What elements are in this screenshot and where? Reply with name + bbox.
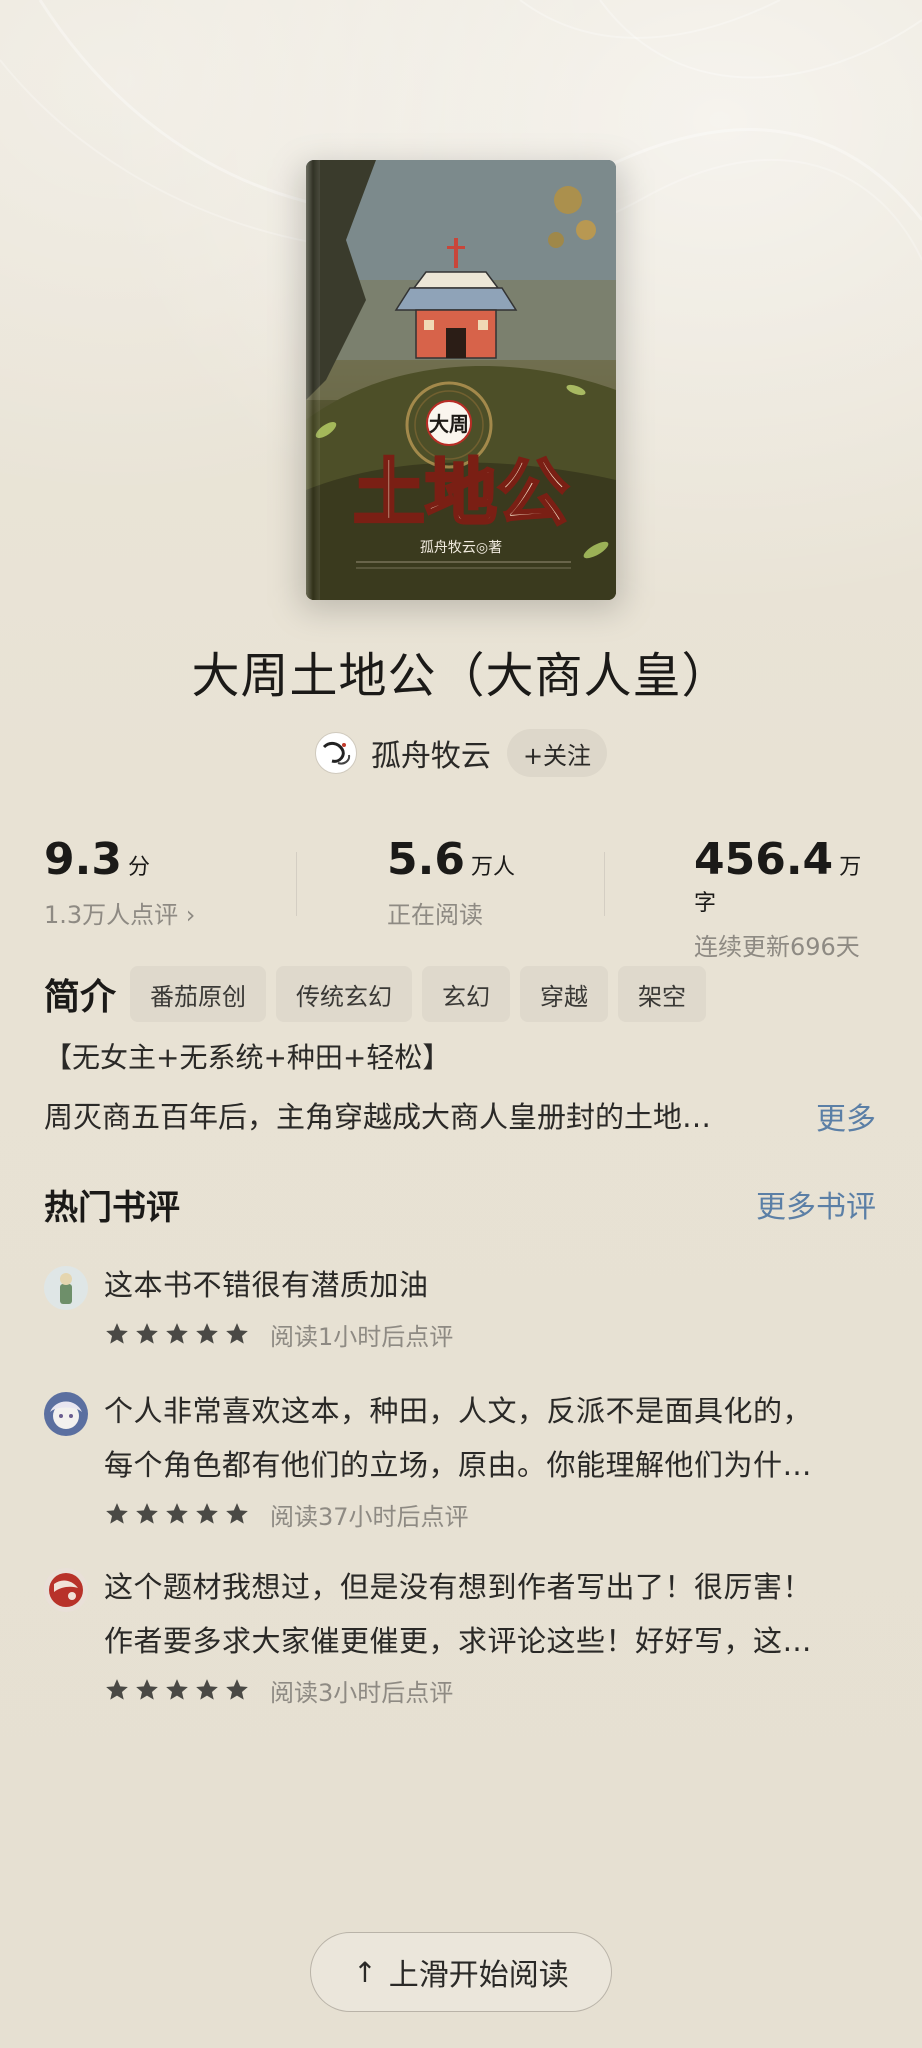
star-icon	[166, 1323, 188, 1344]
cover-illustration: 大周 土地公 孤舟牧云◎著	[306, 160, 616, 600]
update-days-label: 连续更新696天	[694, 933, 860, 961]
star-icon	[226, 1503, 248, 1524]
tag-fanqie-original[interactable]: 番茄原创	[130, 966, 267, 1022]
cover-author: 孤舟牧云◎著	[420, 540, 502, 556]
rating-unit: 分	[127, 855, 150, 880]
cover-title-small: 大周	[429, 412, 469, 436]
star-icon	[196, 1503, 218, 1524]
review-text: 个人非常喜欢这本，种田，人文，反派不是面具化的， 每个角色都有他们的立场，原由。…	[104, 1384, 904, 1492]
author-name[interactable]: 孤舟牧云	[371, 731, 491, 775]
stat-readers: 5.6 万人 正在阅读	[387, 834, 515, 930]
review-meta-text: 阅读1小时后点评	[270, 1322, 454, 1351]
review-body: 这本书不错很有潜质加油 阅读1小时后点评	[104, 1258, 904, 1352]
star-icon	[196, 1679, 218, 1700]
review-stars	[104, 1501, 254, 1527]
star-icon	[166, 1679, 188, 1700]
review-line: 每个角色都有他们的立场，原由。你能理解他们为什…	[104, 1448, 813, 1482]
star-icon	[106, 1323, 128, 1344]
stats-row: 9.3 分 1.3万人点评 › 5.6 万人 正在阅读 456.4 万字 连续更新69…	[44, 834, 878, 961]
star-icon	[106, 1679, 128, 1700]
author-avatar-icon	[316, 734, 355, 772]
review-meta: 阅读37小时后点评	[104, 1496, 904, 1532]
reviewer-avatar-icon	[44, 1392, 88, 1436]
review-line: 这个题材我想过，但是没有想到作者写出了！很厉害！	[104, 1570, 813, 1604]
star-icon	[136, 1679, 158, 1700]
review-meta: 阅读3小时后点评	[104, 1672, 904, 1708]
book-title: 大周土地公（大商人皇）	[191, 648, 731, 704]
readers-value: 5.6	[387, 834, 465, 885]
review-meta-text: 阅读37小时后点评	[270, 1502, 469, 1531]
intro-row: 简介 番茄原创 传统玄幻 玄幻 穿越 架空	[44, 966, 878, 1022]
star-icon	[166, 1503, 188, 1524]
more-reviews-link[interactable]: 更多书评	[756, 1182, 876, 1226]
start-reading-button[interactable]: ↑ 上滑开始阅读	[310, 1932, 612, 2012]
review-stars	[104, 1677, 254, 1703]
stat-words: 456.4 万字 连续更新696天	[694, 834, 878, 962]
start-reading-label: 上滑开始阅读	[388, 1958, 569, 1993]
words-value: 456.4	[694, 834, 834, 885]
star-icon	[136, 1503, 158, 1524]
intro-more-link[interactable]: 更多	[816, 1094, 876, 1138]
star-icon	[106, 1503, 128, 1524]
reviewer-avatar[interactable]	[44, 1568, 88, 1612]
follow-label: +关注	[522, 741, 592, 770]
star-icon	[196, 1323, 218, 1344]
author-avatar[interactable]	[314, 732, 357, 774]
tag-time-travel[interactable]: 穿越	[520, 966, 609, 1022]
reviewer-avatar[interactable]	[44, 1266, 88, 1310]
stat-divider	[296, 852, 297, 916]
tag-traditional-xuanhuan[interactable]: 传统玄幻	[276, 966, 413, 1022]
review-meta-text: 阅读3小时后点评	[270, 1678, 454, 1707]
review-body: 这个题材我想过，但是没有想到作者写出了！很厉害！ 作者要多求大家催更催更，求评论…	[104, 1560, 904, 1708]
reviewer-avatar-icon	[44, 1568, 88, 1612]
follow-button[interactable]: +关注	[506, 729, 608, 777]
reviewer-avatar-icon	[44, 1266, 88, 1310]
rating-value: 9.3	[44, 834, 122, 885]
intro-summary[interactable]: 周灭商五百年后，主角穿越成大商人皇册封的土地…	[44, 1094, 764, 1136]
readers-label: 正在阅读	[387, 901, 483, 929]
reviews-heading: 热门书评	[44, 1188, 180, 1228]
review-meta: 阅读1小时后点评	[104, 1316, 904, 1352]
review-text: 这本书不错很有潜质加油	[104, 1258, 904, 1312]
reviewer-avatar[interactable]	[44, 1392, 88, 1436]
cover-spine	[306, 160, 320, 600]
review-line: 作者要多求大家催更催更，求评论这些！好好写，这…	[104, 1624, 813, 1658]
review-line: 个人非常喜欢这本，种田，人文，反派不是面具化的，	[104, 1394, 813, 1428]
tag-xuanhuan[interactable]: 玄幻	[422, 966, 511, 1022]
review-stars	[104, 1321, 254, 1347]
arrow-up-icon: ↑	[353, 1955, 377, 1989]
review-line: 这本书不错很有潜质加油	[104, 1268, 429, 1302]
stat-rating[interactable]: 9.3 分 1.3万人点评 ›	[44, 834, 195, 930]
rating-count: 1.3万人点评 ›	[44, 901, 196, 929]
tag-alternate-history[interactable]: 架空	[618, 966, 707, 1022]
cover-title-large: 土地公	[353, 450, 569, 535]
book-cover[interactable]: 大周 土地公 孤舟牧云◎著	[306, 160, 616, 600]
review-body: 个人非常喜欢这本，种田，人文，反派不是面具化的， 每个角色都有他们的立场，原由。…	[104, 1384, 904, 1532]
star-icon	[226, 1323, 248, 1344]
intro-heading: 简介	[44, 977, 117, 1018]
readers-unit: 万人	[470, 855, 515, 880]
star-icon	[226, 1679, 248, 1700]
stat-divider	[604, 852, 605, 916]
review-text: 这个题材我想过，但是没有想到作者写出了！很厉害！ 作者要多求大家催更催更，求评论…	[104, 1560, 904, 1668]
intro-tagline: 【无女主+无系统+种田+轻松】	[44, 1041, 451, 1074]
author-row: 孤舟牧云 +关注	[0, 728, 922, 778]
star-icon	[136, 1323, 158, 1344]
